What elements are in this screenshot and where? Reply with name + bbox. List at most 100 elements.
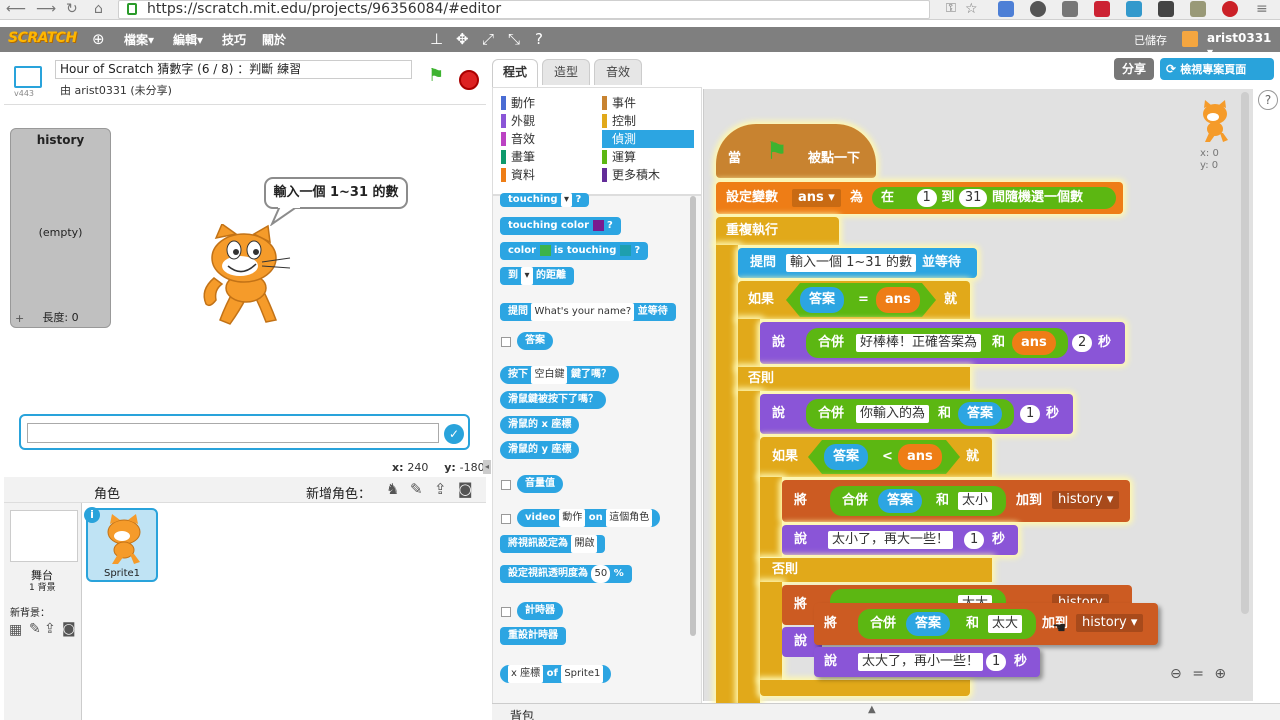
category-left-1[interactable]: 外觀 xyxy=(501,112,593,130)
info-icon[interactable]: i xyxy=(84,507,100,523)
dragged-say-block[interactable]: 說 太大了，再小一些！ 1 秒 xyxy=(814,647,1040,677)
ask-text-input[interactable]: 輸入一個 1~31 的數 xyxy=(786,254,916,272)
help-icon[interactable]: ? xyxy=(535,30,543,48)
palette-block-mouse-down[interactable]: 滑鼠鍵被按下了嗎？ xyxy=(500,391,606,409)
say-for-secs-block[interactable]: 說 合併 好棒棒！正確答案為 和 ans 2 秒 xyxy=(760,322,1125,364)
palette-block-color-touching[interactable]: color is touching ? xyxy=(500,242,649,260)
join-block[interactable]: 合併 你輸入的為 和 答案 xyxy=(806,399,1014,429)
say-text-input[interactable]: 太小了，再大一些！ xyxy=(828,531,954,549)
key-dropdown[interactable]: 空白鍵 xyxy=(531,366,568,384)
palette-block-video-set[interactable]: 將視訊設定為 開啟 xyxy=(500,535,606,553)
backdrop-library-icon[interactable]: ▦ xyxy=(9,622,22,638)
attribute-dropdown[interactable]: x 座標 xyxy=(508,665,544,683)
say-for-secs-block[interactable]: 說 太小了，再大一些！ 1 秒 xyxy=(782,525,1018,555)
secs-input[interactable]: 1 xyxy=(964,531,985,549)
transparency-input[interactable]: 50 xyxy=(591,565,611,583)
dropdown[interactable]: ▾ xyxy=(561,193,573,207)
secs-input[interactable]: 1 xyxy=(1020,405,1041,423)
palette-block-video-transparency[interactable]: 設定視訊透明度為 50 % xyxy=(500,565,632,583)
cut-icon[interactable]: ✥ xyxy=(456,30,469,48)
forever-block[interactable]: 重複執行 xyxy=(716,217,839,245)
list-dropdown[interactable]: history ▾ xyxy=(1052,491,1120,509)
extension-icon[interactable] xyxy=(1190,1,1206,17)
category-right-2[interactable]: 偵測 xyxy=(602,130,694,148)
video-target-dropdown[interactable]: 這個角色 xyxy=(606,509,653,527)
tab-costumes[interactable]: 造型 xyxy=(542,59,590,85)
if-else-block[interactable]: 如果 答案 = ans 就 xyxy=(738,281,970,319)
join-first-input[interactable]: 好棒棒！正確答案為 xyxy=(856,334,982,352)
palette-block-loudness[interactable]: 音量值 xyxy=(517,475,563,493)
pick-min-input[interactable]: 1 xyxy=(916,189,937,207)
join-second-input[interactable]: 太大 xyxy=(988,615,1023,633)
answer-reporter[interactable]: 答案 xyxy=(906,612,951,636)
chevron-up-icon[interactable]: ▲ xyxy=(868,704,876,715)
extension-icon[interactable] xyxy=(1030,1,1046,17)
answer-reporter[interactable]: 答案 xyxy=(878,489,923,513)
forward-icon[interactable]: ⟶ xyxy=(36,1,56,17)
palette-block-attribute-of[interactable]: x 座標 of Sprite1 xyxy=(500,665,612,683)
palette-block-distance[interactable]: 到 ▾ 的距離 xyxy=(500,267,574,285)
category-right-1[interactable]: 控制 xyxy=(602,112,694,130)
category-left-0[interactable]: 動作 xyxy=(501,94,593,112)
menu-file[interactable]: 檔案▾ xyxy=(124,31,154,48)
video-attr-dropdown[interactable]: 動作 xyxy=(559,509,586,527)
tab-sounds[interactable]: 音效 xyxy=(594,59,642,85)
answer-reporter[interactable]: 答案 xyxy=(824,444,869,470)
back-icon[interactable]: ⟵ xyxy=(6,1,26,17)
inner-if-else-block[interactable]: 如果 答案 < ans 就 xyxy=(760,437,992,477)
shrink-icon[interactable]: ⤡ xyxy=(508,30,520,48)
stop-icon[interactable] xyxy=(459,70,479,90)
join-block[interactable]: 合併 好棒棒！正確答案為 和 ans xyxy=(806,328,1068,358)
camera-icon[interactable]: ◙ xyxy=(458,480,473,498)
pick-random-block[interactable]: 在 1 到 31 間隨機選一個數 xyxy=(872,187,1116,209)
zoom-out-icon[interactable]: ⊖ xyxy=(1170,666,1182,682)
color-swatch[interactable] xyxy=(619,244,631,256)
monitor-checkbox[interactable] xyxy=(501,337,511,347)
scratch-logo[interactable]: SCRATCH xyxy=(8,30,77,46)
category-left-4[interactable]: 資料 xyxy=(501,166,593,184)
monitor-checkbox[interactable] xyxy=(501,480,511,490)
paint-icon[interactable]: ✎ xyxy=(410,480,423,498)
extension-icon[interactable] xyxy=(1062,1,1078,17)
camera-icon[interactable]: ◙ xyxy=(62,621,76,637)
variable-dropdown[interactable]: ans ▾ xyxy=(792,189,841,207)
sprite-dropdown[interactable]: Sprite1 xyxy=(561,665,604,683)
palette-block-key-pressed[interactable]: 按下 空白鍵 鍵了嗎？ xyxy=(500,366,619,384)
list-monitor[interactable]: history (empty) + 長度: 0 xyxy=(10,128,111,328)
user-menu[interactable]: arist0331 ▾ xyxy=(1207,31,1280,59)
upload-icon[interactable]: ⇪ xyxy=(434,480,447,498)
color-swatch[interactable] xyxy=(592,219,604,231)
duplicate-icon[interactable]: ⊥ xyxy=(430,30,443,48)
ask-and-wait-block[interactable]: 提問 輸入一個 1~31 的數 並等待 xyxy=(738,248,977,278)
category-right-0[interactable]: 事件 xyxy=(602,94,694,112)
zoom-in-icon[interactable]: ⊕ xyxy=(1214,666,1226,682)
grow-icon[interactable]: ⤢ xyxy=(482,30,494,48)
secs-input[interactable]: 2 xyxy=(1072,334,1093,352)
set-variable-block[interactable]: 設定變數 ans ▾ 為 在 1 到 31 間隨機選一個數 xyxy=(716,182,1123,214)
palette-block-answer[interactable]: 答案 xyxy=(517,332,553,350)
answer-reporter[interactable]: 答案 xyxy=(958,402,1003,426)
see-project-page-button[interactable]: ⟳ 檢視專案頁面 xyxy=(1160,58,1274,80)
backpack-bar[interactable]: 背包 ▲ xyxy=(492,703,1280,720)
palette-block-timer[interactable]: 計時器 xyxy=(517,602,563,620)
reload-icon[interactable]: ↻ xyxy=(66,1,78,17)
green-flag-icon[interactable]: ⚑ xyxy=(428,65,444,86)
join-second-input[interactable]: 太小 xyxy=(958,492,993,510)
category-right-3[interactable]: 運算 xyxy=(602,148,694,166)
stage-thumbnail[interactable] xyxy=(10,510,78,562)
when-flag-clicked-block[interactable]: 當 ⚑ 被點一下 xyxy=(716,124,876,178)
zoom-reset-icon[interactable]: = xyxy=(1192,666,1204,682)
ans-reporter[interactable]: ans xyxy=(876,287,920,313)
sprite-library-icon[interactable]: ♞ xyxy=(386,480,399,498)
ask-default-input[interactable]: What's your name? xyxy=(531,303,635,321)
ans-reporter[interactable]: ans xyxy=(1012,331,1056,355)
palette-block-mouse-y[interactable]: 滑鼠的 y 座標 xyxy=(500,441,580,459)
home-icon[interactable]: ⌂ xyxy=(94,1,103,17)
check-icon[interactable]: ✓ xyxy=(444,424,464,444)
color-swatch[interactable] xyxy=(539,244,551,256)
ans-reporter[interactable]: ans xyxy=(898,444,942,470)
palette-block-touching[interactable]: touching ▾ ? xyxy=(500,193,590,207)
pinterest-icon[interactable] xyxy=(1222,1,1238,17)
extension-icon[interactable] xyxy=(1094,1,1110,17)
menu-tips[interactable]: 技巧 xyxy=(222,31,246,48)
